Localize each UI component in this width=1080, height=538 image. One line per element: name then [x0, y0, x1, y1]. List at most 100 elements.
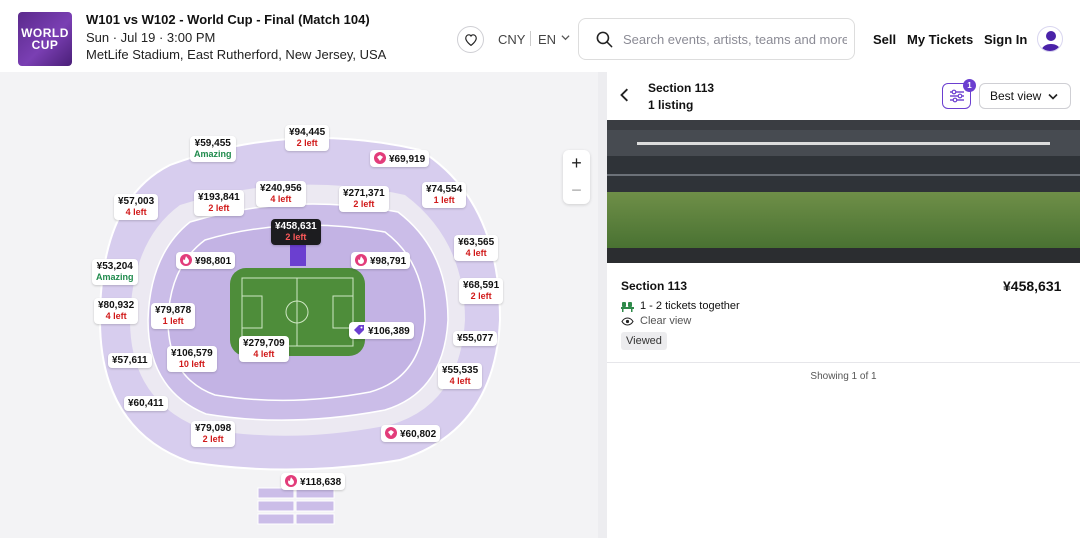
price-label[interactable]: ¥94,445 2 left	[285, 125, 330, 151]
currency-selector[interactable]: CNY	[498, 32, 525, 47]
price-label-price: ¥59,455	[194, 138, 231, 149]
price-label[interactable]: ¥118,638	[281, 473, 346, 490]
field-box-4	[295, 500, 335, 512]
price-label-price: ¥94,445	[289, 127, 326, 138]
price-label-sub: 4 left	[105, 311, 127, 321]
price-label[interactable]: ¥98,791	[351, 252, 411, 269]
price-label[interactable]: ¥74,554 1 left	[422, 182, 467, 208]
price-label-price: ¥98,791	[370, 256, 407, 267]
price-label-sub: 4 left	[253, 349, 275, 359]
price-label-price: ¥106,389	[368, 326, 410, 337]
zoom-controls: + −	[563, 150, 590, 204]
price-label-price: ¥53,204	[96, 261, 133, 272]
price-label[interactable]: ¥106,389	[349, 322, 414, 339]
back-chevron-icon[interactable]	[620, 88, 630, 102]
price-label[interactable]: ¥193,841 2 left	[194, 190, 244, 216]
price-label[interactable]: ¥279,709 4 left	[239, 336, 289, 362]
zoom-out-button[interactable]: −	[563, 177, 590, 204]
price-label-price: ¥458,631	[275, 221, 317, 232]
currency-language-divider	[530, 31, 531, 46]
price-label-price: ¥271,371	[343, 188, 385, 199]
price-label-sub: 2 left	[208, 203, 230, 213]
listing-view-quality: Clear view	[640, 315, 692, 327]
listing-view-row: Clear view	[621, 315, 691, 327]
search-icon	[596, 31, 613, 48]
price-label[interactable]: ¥60,411	[124, 396, 168, 411]
tag-icon	[354, 325, 364, 335]
price-label[interactable]: ¥69,919	[370, 150, 430, 167]
chevron-down-icon	[1048, 93, 1058, 100]
price-label[interactable]: ¥57,003 4 left	[114, 194, 159, 220]
price-label[interactable]: ¥57,611	[108, 353, 152, 368]
price-label[interactable]: ¥55,535 4 left	[438, 363, 483, 389]
price-label[interactable]: ¥80,932 4 left	[94, 298, 139, 324]
flame-icon	[180, 254, 192, 266]
listing-separator	[607, 362, 1080, 363]
price-label[interactable]: ¥271,371 2 left	[339, 186, 389, 212]
eye-icon	[621, 316, 634, 326]
zoom-in-button[interactable]: +	[563, 150, 590, 177]
panel-listing-count: 1 listing	[648, 98, 694, 112]
price-label-sub: 2 left	[202, 434, 224, 444]
price-label-price: ¥98,801	[195, 256, 232, 267]
my-tickets-link[interactable]: My Tickets	[907, 32, 973, 47]
price-label-selected[interactable]: ¥458,631 2 left	[271, 219, 321, 245]
price-label-sub: 2 left	[470, 291, 492, 301]
user-avatar[interactable]	[1037, 26, 1063, 52]
favorite-button[interactable]	[457, 26, 484, 53]
price-label-sub: 2 left	[353, 199, 375, 209]
price-label[interactable]: ¥63,565 4 left	[454, 235, 499, 261]
price-label-price: ¥57,003	[118, 196, 155, 207]
price-label[interactable]: ¥98,801	[176, 252, 236, 269]
sliders-icon	[949, 89, 964, 103]
price-label-price: ¥68,591	[463, 280, 500, 291]
flame-icon	[355, 254, 367, 266]
sort-select[interactable]: Best view	[979, 83, 1071, 109]
price-label-sub: 2 left	[285, 232, 307, 242]
language-selector[interactable]: EN	[538, 32, 556, 47]
price-label[interactable]: ¥59,455 Amazing	[190, 136, 236, 162]
heart-icon	[464, 34, 477, 46]
price-label-price: ¥79,098	[195, 423, 232, 434]
filter-count-badge: 1	[963, 79, 976, 92]
price-label[interactable]: ¥240,956 4 left	[256, 181, 306, 207]
event-venue: MetLife Stadium, East Rutherford, New Je…	[86, 47, 387, 62]
panel-divider	[598, 72, 607, 538]
price-label-price: ¥118,638	[300, 477, 342, 488]
world-cup-logo[interactable]: WORLD CUP	[18, 12, 72, 66]
sign-in-link[interactable]: Sign In	[984, 32, 1027, 47]
price-label-sub: 4 left	[125, 207, 147, 217]
price-label-price: ¥74,554	[426, 184, 463, 195]
search-input[interactable]	[623, 29, 847, 49]
field-box-6	[295, 513, 335, 525]
price-label-price: ¥106,579	[171, 348, 213, 359]
price-label-price: ¥279,709	[243, 338, 285, 349]
search-box[interactable]	[578, 18, 855, 60]
panel-section-title: Section 113	[648, 81, 715, 95]
gem-icon	[385, 427, 397, 439]
price-label-price: ¥69,919	[389, 154, 426, 165]
price-label-sub: 4 left	[270, 194, 292, 204]
chevron-down-icon[interactable]	[561, 34, 570, 41]
price-label-price: ¥79,878	[155, 305, 192, 316]
sort-label: Best view	[990, 89, 1042, 103]
price-label[interactable]: ¥79,878 1 left	[151, 303, 196, 329]
price-label-price: ¥55,535	[442, 365, 479, 376]
price-label-price: ¥55,077	[457, 333, 494, 344]
section-view-image[interactable]	[607, 120, 1080, 263]
price-label[interactable]: ¥55,077	[453, 331, 498, 346]
user-icon	[1041, 31, 1061, 51]
event-date: Sun · Jul 19 · 3:00 PM	[86, 30, 216, 45]
sell-link[interactable]: Sell	[873, 32, 896, 47]
price-label[interactable]: ¥68,591 2 left	[459, 278, 504, 304]
price-label-sub: Amazing	[194, 149, 232, 159]
price-label-price: ¥63,565	[458, 237, 495, 248]
logo-line2: CUP	[31, 38, 59, 52]
field-box-5	[257, 513, 295, 525]
price-label[interactable]: ¥106,579 10 left	[167, 346, 217, 372]
price-label[interactable]: ¥53,204 Amazing	[92, 259, 138, 285]
price-label[interactable]: ¥79,098 2 left	[191, 421, 236, 447]
flame-icon	[285, 475, 297, 487]
gem-icon	[374, 152, 386, 164]
price-label[interactable]: ¥60,802	[381, 425, 441, 442]
